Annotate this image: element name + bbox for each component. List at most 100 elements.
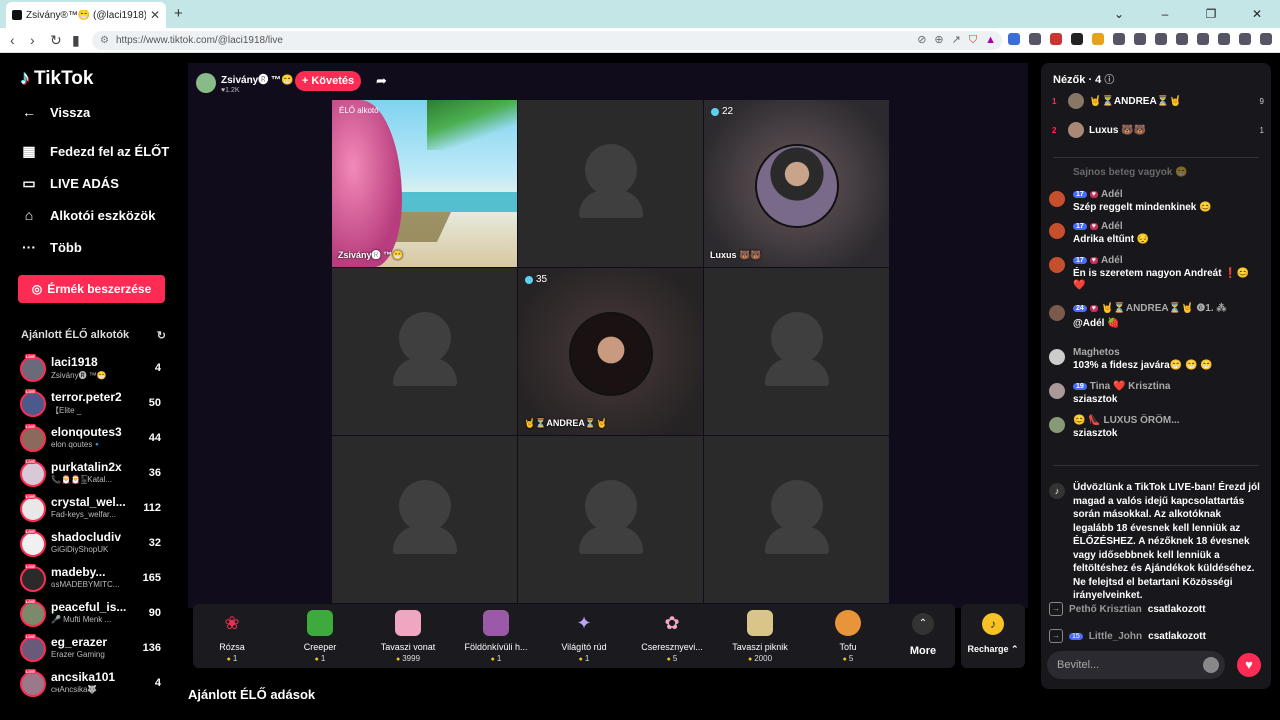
gift-item[interactable]: ✦ Világító rúd 1 — [545, 610, 623, 663]
message-user[interactable]: Adél — [1101, 189, 1123, 200]
live-badge: LIVE — [25, 389, 36, 394]
shield-icon[interactable]: ⛉ — [969, 31, 977, 50]
suggested-creator[interactable]: LIVE ancsika101 cнAncsika🐺 4 — [20, 668, 165, 700]
viewer-row[interactable]: 2 Luxus 🐻🐻 1 — [1052, 120, 1264, 140]
message-user[interactable]: Adél — [1101, 255, 1123, 266]
suggested-creator[interactable]: LIVE elonqoutes3 elon qoutes🔹 44 — [20, 423, 165, 455]
sidebar-icon[interactable] — [1197, 33, 1209, 45]
guest-tile[interactable] — [518, 436, 703, 603]
person-placeholder-icon — [584, 144, 637, 196]
share-icon[interactable]: ➦ — [376, 73, 387, 89]
host-info[interactable]: Zsivány🅡 ™😁 ♥1.2K — [196, 71, 293, 94]
extension-icon[interactable] — [1050, 33, 1062, 45]
shield-icon[interactable] — [1260, 33, 1272, 45]
viewer-count: 32 — [148, 537, 161, 549]
gift-item[interactable]: Földönkívüli h... 1 — [457, 610, 535, 663]
extension-icon[interactable] — [1113, 33, 1125, 45]
score-dot-icon — [711, 107, 719, 116]
extension-icon[interactable] — [1071, 33, 1083, 45]
gift-item[interactable]: Tofu 5 — [809, 610, 887, 663]
suggested-creator[interactable]: LIVE purkatalin2x 📞🎅🎅🀩Katal... 36 — [20, 458, 165, 490]
gift-item[interactable]: Tavaszi piknik 2000 — [721, 610, 799, 663]
recharge-button[interactable]: ♪ Recharge ⌃ — [961, 604, 1025, 668]
message-user[interactable]: 😊 👠 LUXUS ÖRÖM... — [1073, 415, 1180, 426]
gift-price: 1 — [457, 654, 535, 663]
message-user[interactable]: Tina ❤️ Krisztina — [1090, 381, 1171, 392]
bookmark-icon[interactable]: ▮ — [72, 31, 80, 49]
recharge-label: Recharge ⌃ — [967, 644, 1019, 654]
share-icon[interactable]: ↗ — [952, 31, 961, 50]
sidebar-item-more[interactable]: ··· Több — [20, 239, 82, 255]
zoom-icon[interactable]: ⊕ — [934, 31, 943, 50]
site-info-icon[interactable]: ⚙ — [100, 31, 109, 50]
suggested-creator[interactable]: LIVE crystal_wel... Fad-keys_welfar... 1… — [20, 493, 165, 525]
get-coins-button[interactable]: ◎ Érmék beszerzése — [18, 275, 165, 303]
reload-icon[interactable]: ↻ — [50, 31, 62, 49]
chevron-down-icon[interactable]: ⌄ — [1096, 0, 1142, 28]
more-gifts-button[interactable]: ⌃ More — [898, 613, 948, 657]
gift-name: Creeper — [303, 642, 337, 652]
guest-tile[interactable] — [332, 268, 517, 435]
suggested-creator[interactable]: LIVE shadocludiv GiGiDiyShopUK 32 — [20, 528, 165, 560]
extension-icon[interactable] — [1134, 33, 1146, 45]
extension-icon[interactable] — [1218, 33, 1230, 45]
extension-icon[interactable] — [1008, 33, 1020, 45]
extension-icon[interactable] — [1092, 33, 1104, 45]
gift-item[interactable]: ✿ Cseresznyevi... 5 — [633, 610, 711, 663]
guest-tile[interactable] — [704, 436, 889, 603]
person-placeholder-icon — [764, 358, 829, 386]
guest-tile[interactable]: ÉLŐ alkotó Zsivány🅡 ™😁 — [332, 100, 517, 267]
address-bar[interactable]: ⚙ https://www.tiktok.com/@laci1918/live … — [92, 31, 1002, 50]
suggested-creator[interactable]: LIVE peaceful_is... 🎤 Mufti Menk ... 90 — [20, 598, 165, 630]
tiktok-logo[interactable]: ♪ TikTok — [20, 67, 93, 90]
new-tab-icon[interactable]: + — [174, 5, 183, 22]
guest-tile[interactable] — [518, 100, 703, 267]
extension-icon[interactable] — [1029, 33, 1041, 45]
alien-icon — [483, 610, 509, 636]
forward-icon[interactable]: › — [30, 31, 35, 49]
suggested-creator[interactable]: LIVE eg_erazer Erazer Gaming 136 — [20, 633, 165, 665]
creator-nickname: 【Elite _ — [51, 406, 82, 415]
translate-icon[interactable]: ⊘ — [917, 31, 926, 50]
viewer-row[interactable]: 1 🤘⏳ANDREA⏳🤘 9 — [1052, 91, 1264, 111]
refresh-icon[interactable]: ↻ — [157, 329, 166, 342]
gift-item[interactable]: Tavaszi vonat 3999 — [369, 610, 447, 663]
back-icon[interactable]: ‹ — [10, 31, 15, 49]
extension-icon[interactable] — [1155, 33, 1167, 45]
close-tab-icon[interactable]: ✕ — [150, 8, 160, 22]
warning-icon[interactable]: ▲ — [985, 31, 996, 50]
live-stream-area: Zsivány🅡 ™😁 ♥1.2K + Követés ➦ ÉLŐ alkotó… — [188, 63, 1028, 608]
gift-price: 1 — [281, 654, 359, 663]
minimize-icon[interactable]: – — [1142, 0, 1188, 28]
follow-button[interactable]: + Követés — [295, 71, 361, 91]
suggested-creator[interactable]: LIVE laci1918 Zsivány🅡 ™😁 4 — [20, 353, 165, 385]
download-icon[interactable] — [1239, 33, 1251, 45]
music-icon[interactable] — [1176, 33, 1188, 45]
person-placeholder-icon — [398, 480, 451, 532]
guest-tile[interactable] — [332, 436, 517, 603]
live-badge: LIVE — [25, 494, 36, 499]
gift-item[interactable]: ❀ Rózsa 1 — [193, 610, 271, 663]
message-user[interactable]: 🤘⏳ANDREA⏳🤘 ❻1. ⁂ — [1101, 303, 1226, 314]
suggested-creator[interactable]: LIVE terror.peter2 【Elite _ 50 — [20, 388, 165, 420]
emoji-icon[interactable] — [1203, 657, 1219, 673]
guest-tile[interactable] — [704, 268, 889, 435]
guest-tile[interactable]: 22 Luxus 🐻🐻 — [704, 100, 889, 267]
info-icon[interactable]: ⓘ — [1104, 75, 1114, 86]
message-user[interactable]: Adél — [1101, 221, 1123, 232]
sidebar-item-explore-live[interactable]: ▦ Fedezd fel az ÉLŐT — [20, 143, 169, 160]
guest-tile[interactable]: 35 🤘⏳ANDREA⏳🤘 — [518, 268, 703, 435]
join-user[interactable]: Pethő Krisztian — [1069, 604, 1142, 615]
sidebar-item-live-stream[interactable]: ▭ LIVE ADÁS — [20, 175, 118, 192]
like-button[interactable]: ♥ — [1237, 653, 1261, 677]
restore-icon[interactable]: ❐ — [1188, 0, 1234, 28]
join-user[interactable]: Little_John — [1089, 631, 1142, 642]
browser-tab[interactable]: Zsivány®™😁 (@laci1918) É... ✕ — [6, 2, 166, 28]
gift-item[interactable]: Creeper 1 — [281, 610, 359, 663]
message-user[interactable]: Maghetos — [1073, 347, 1120, 358]
sidebar-item-creator-tools[interactable]: ⌂ Alkotói eszközök — [20, 207, 156, 223]
chat-input[interactable]: Bevitel... — [1047, 651, 1225, 679]
suggested-creator[interactable]: LIVE madeby... ɢsMADEBYMITC... 165 — [20, 563, 165, 595]
back-link[interactable]: ← Vissza — [20, 104, 90, 120]
close-window-icon[interactable]: ✕ — [1234, 0, 1280, 28]
